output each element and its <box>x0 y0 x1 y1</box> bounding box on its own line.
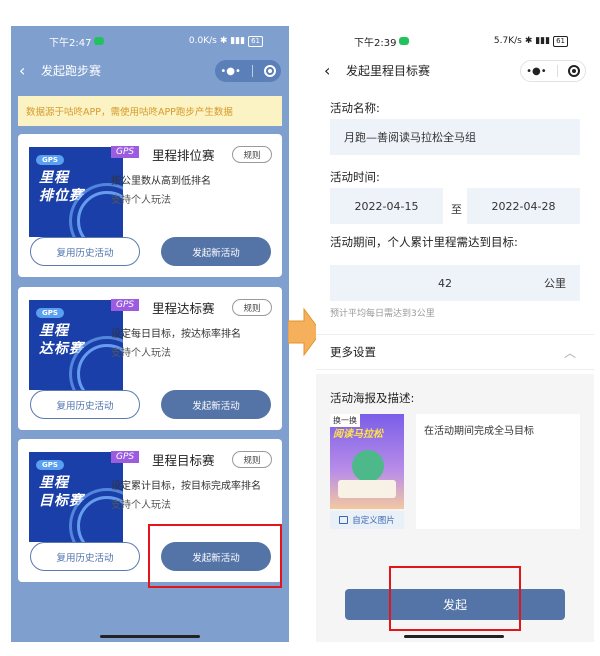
poster-label: 活动海报及描述: <box>330 391 415 405</box>
poster-image[interactable]: 换一换 阅读马拉松 <box>330 414 404 509</box>
more-icon[interactable]: •●• <box>220 66 241 77</box>
activity-name-label: 活动名称: <box>330 101 380 115</box>
race-cover-image: GPS 里程 排位赛 <box>29 147 123 237</box>
home-indicator <box>404 635 504 638</box>
race-mode: 支持个人玩法 <box>111 500 171 511</box>
daily-hint: 预计平均每日需达到3公里 <box>330 309 435 319</box>
reuse-history-button[interactable]: 复用历史活动 <box>30 237 140 266</box>
end-date-picker[interactable]: 2022-04-28 <box>467 188 580 224</box>
battery-icon: 61 <box>248 35 263 47</box>
race-name: 里程达标赛 <box>152 301 215 316</box>
target-label: 活动期间，个人累计里程需达到目标: <box>330 235 518 249</box>
race-cover-image: GPS 里程 目标赛 <box>29 452 123 542</box>
nav-bar: ‹ 发起里程目标赛 •●• <box>316 56 594 84</box>
race-name: 里程排位赛 <box>152 148 215 163</box>
poster-title: 阅读马拉松 <box>333 429 383 440</box>
race-card-ranking: GPS 里程 排位赛 GPS 里程排位赛 规则 按公里数从高到低排名 支持个人玩法… <box>18 134 282 277</box>
highlight-box <box>389 566 521 631</box>
race-cover-image: GPS 里程 达标赛 <box>29 300 123 390</box>
rule-button[interactable]: 规则 <box>232 146 272 163</box>
custom-image-button[interactable]: 自定义图片 <box>330 511 404 529</box>
description-textarea[interactable]: 在活动期间完成全马目标 <box>416 414 580 529</box>
back-arrow-icon[interactable]: ‹ <box>324 61 344 80</box>
more-settings-toggle[interactable]: 更多设置 ︿ <box>316 334 594 370</box>
race-description: 设定累计目标，按目标完成率排名 <box>111 481 261 492</box>
reuse-history-button[interactable]: 复用历史活动 <box>30 390 140 419</box>
globe-illustration <box>352 450 384 482</box>
wechat-icon <box>94 37 105 45</box>
create-activity-button[interactable]: 发起新活动 <box>161 390 271 419</box>
nav-bar: ‹ 发起跑步赛 •●• <box>11 56 289 84</box>
target-distance-input[interactable]: 42 公里 <box>330 265 580 301</box>
status-time: 下午2:47 <box>49 37 92 49</box>
mini-program-capsule: •●• <box>520 60 586 82</box>
battery-icon: 61 <box>553 35 568 47</box>
book-illustration <box>338 480 396 498</box>
data-source-notice: 数据源于咕咚APP，需使用咕咚APP跑步产生数据 <box>18 96 282 126</box>
wechat-icon <box>399 37 410 45</box>
activity-name-input[interactable]: 月跑—善阅读马拉松全马组 <box>330 119 580 155</box>
race-name: 里程目标赛 <box>152 453 215 468</box>
create-activity-button[interactable]: 发起新活动 <box>161 237 271 266</box>
mini-program-capsule: •●• <box>215 60 281 82</box>
race-card-standard: GPS 里程 达标赛 GPS 里程达标赛 规则 设定每日目标，按达标率排名 支持个… <box>18 287 282 430</box>
date-separator: 至 <box>451 203 462 216</box>
signal-icon: ✱ ▮▮▮ <box>524 36 551 46</box>
target-value: 42 <box>438 276 452 290</box>
start-date-picker[interactable]: 2022-04-15 <box>330 188 443 224</box>
reuse-history-button[interactable]: 复用历史活动 <box>30 542 140 571</box>
home-indicator <box>100 635 200 638</box>
race-description: 按公里数从高到低排名 <box>111 176 211 187</box>
activity-form: 活动名称: 月跑—善阅读马拉松全马组 活动时间: 2022-04-15 至 20… <box>316 84 594 374</box>
race-mode: 支持个人玩法 <box>111 195 171 206</box>
close-target-icon[interactable] <box>567 65 580 77</box>
race-mode: 支持个人玩法 <box>111 348 171 359</box>
poster-section: 活动海报及描述: 换一换 阅读马拉松 自定义图片 在活动期间完成全马目标 <box>316 374 594 552</box>
gps-badge: GPS <box>111 146 140 158</box>
image-icon <box>339 516 349 524</box>
page-title: 发起里程目标赛 <box>346 63 431 78</box>
more-icon[interactable]: •●• <box>526 66 547 77</box>
status-bar: 下午2:39 5.7K/s ✱ ▮▮▮ 61 <box>316 26 594 56</box>
back-arrow-icon[interactable]: ‹ <box>19 61 39 80</box>
signal-icon: ✱ ▮▮▮ <box>219 36 246 46</box>
chevron-up-icon: ︿ <box>563 345 576 360</box>
gps-badge: GPS <box>111 299 140 311</box>
target-unit: 公里 <box>544 277 566 290</box>
network-speed: 0.0K/s <box>188 36 217 46</box>
highlight-box <box>148 524 282 588</box>
network-speed: 5.7K/s <box>493 36 522 46</box>
race-description: 设定每日目标，按达标率排名 <box>111 329 241 340</box>
status-time: 下午2:39 <box>354 37 397 49</box>
rule-button[interactable]: 规则 <box>232 451 272 468</box>
page-title: 发起跑步赛 <box>41 63 102 78</box>
right-phone-screen: 下午2:39 5.7K/s ✱ ▮▮▮ 61 ‹ 发起里程目标赛 •●• 活动名… <box>316 26 594 642</box>
close-target-icon[interactable] <box>263 65 276 77</box>
activity-time-label: 活动时间: <box>330 170 380 184</box>
gps-badge: GPS <box>111 451 140 463</box>
status-bar: 下午2:47 0.0K/s ✱ ▮▮▮ 61 <box>11 26 289 56</box>
rule-button[interactable]: 规则 <box>232 299 272 316</box>
